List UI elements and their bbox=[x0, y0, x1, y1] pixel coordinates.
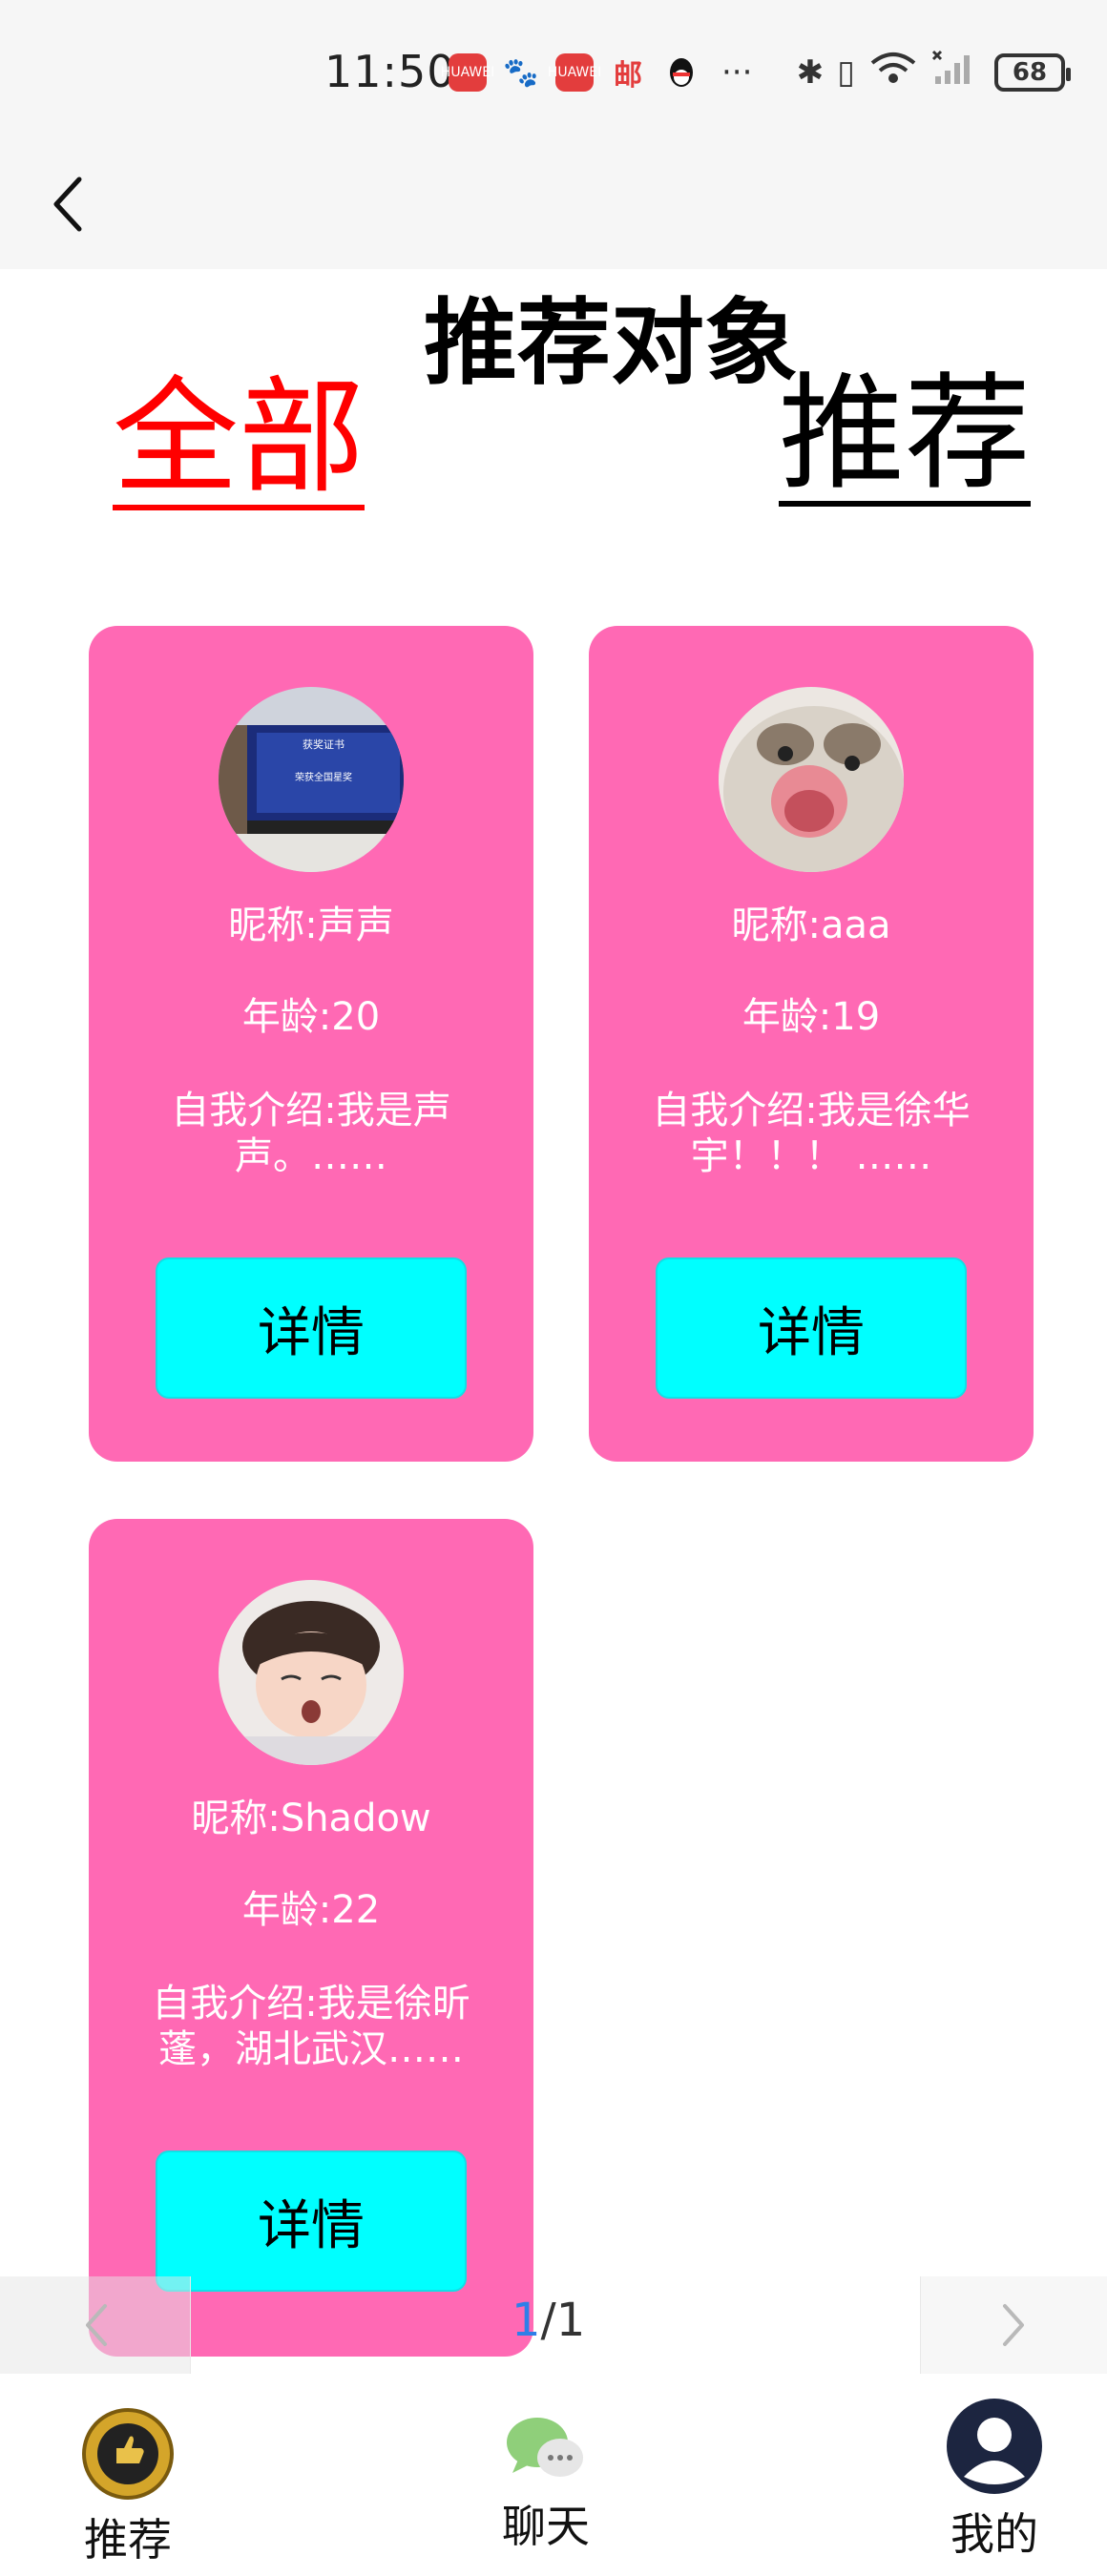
avatar[interactable] bbox=[719, 687, 904, 872]
notification-icons: HUAWEI 🐾 HUAWEI 邮 ··· bbox=[441, 53, 753, 93]
svg-text:获奖证书: 获奖证书 bbox=[303, 737, 345, 751]
current-page: 1 bbox=[512, 2294, 541, 2347]
chevron-right-icon bbox=[1002, 2304, 1024, 2346]
tab-home-label: 推荐 bbox=[84, 2514, 172, 2566]
back-button[interactable] bbox=[38, 168, 95, 240]
avatar[interactable] bbox=[219, 1580, 404, 1765]
page-indicator: 1/1 bbox=[512, 2294, 585, 2347]
signal-icon bbox=[931, 50, 981, 94]
tab-mine-label: 我的 bbox=[950, 2508, 1038, 2560]
baidu-icon: 🐾 bbox=[503, 55, 539, 90]
age: 年龄:19 bbox=[741, 995, 881, 1039]
nickname: 昵称:Shadow bbox=[191, 1797, 431, 1840]
svg-text:荣获全国星奖: 荣获全国星奖 bbox=[295, 771, 352, 783]
profile-card: 昵称:aaa 年龄:19 自我介绍:我是徐华宇！！！ …… 详情 bbox=[589, 626, 1034, 1462]
more-notifications-icon: ··· bbox=[721, 53, 753, 92]
age: 年龄:22 bbox=[241, 1888, 381, 1932]
tab-chat[interactable]: 聊天 bbox=[502, 2412, 590, 2555]
status-time: 11:50 bbox=[324, 46, 456, 97]
age: 年龄:20 bbox=[241, 995, 381, 1039]
intro: 自我介绍:我是声声。…… bbox=[171, 1089, 451, 1178]
next-page-button[interactable] bbox=[920, 2276, 1107, 2374]
profile-card: 昵称:Shadow 年龄:22 自我介绍:我是徐昕蓬，湖北武汉…… 详情 bbox=[89, 1519, 533, 2357]
qq-icon bbox=[662, 53, 700, 92]
bluetooth-icon: ✱ bbox=[796, 52, 825, 92]
system-status: ✱ ▯ 68 bbox=[796, 50, 1071, 94]
intro: 自我介绍:我是徐华宇！！！ …… bbox=[652, 1089, 971, 1178]
vibrate-icon: ▯ bbox=[837, 52, 855, 92]
top-bar: 11:50 HUAWEI 🐾 HUAWEI 邮 ··· ✱ ▯ 68 bbox=[0, 0, 1107, 269]
wifi-icon bbox=[868, 50, 918, 94]
avatar[interactable]: 获奖证书 荣获全国星奖 bbox=[219, 687, 404, 872]
tab-home[interactable]: 推荐 bbox=[80, 2406, 176, 2568]
user-icon bbox=[947, 2399, 1042, 2494]
tab-mine[interactable]: 我的 bbox=[945, 2397, 1044, 2563]
detail-button[interactable]: 详情 bbox=[156, 2150, 467, 2292]
chevron-left-icon bbox=[85, 2304, 107, 2346]
mail-icon: 邮 bbox=[614, 59, 642, 93]
intro: 自我介绍:我是徐昕蓬，湖北武汉…… bbox=[152, 1982, 470, 2071]
tab-all[interactable]: 全部 bbox=[113, 372, 365, 510]
detail-button[interactable]: 详情 bbox=[656, 1257, 967, 1399]
chat-bubbles-icon bbox=[507, 2418, 583, 2477]
huawei-app-icon: HUAWEI bbox=[441, 53, 494, 92]
chevron-left-icon bbox=[53, 177, 82, 232]
huawei-app-icon-2: HUAWEI bbox=[548, 53, 601, 92]
tab-recommend[interactable]: 推荐 bbox=[779, 368, 1031, 507]
nickname: 昵称:aaa bbox=[731, 904, 891, 947]
profile-card: 获奖证书 荣获全国星奖 昵称:声声 年龄:20 自我介绍:我是声声。…… 详情 bbox=[89, 626, 533, 1462]
recommend-badge-icon bbox=[82, 2408, 174, 2500]
tab-chat-label: 聊天 bbox=[502, 2501, 590, 2552]
total-pages: /1 bbox=[540, 2294, 586, 2347]
prev-page-button[interactable] bbox=[0, 2276, 191, 2374]
detail-button[interactable]: 详情 bbox=[156, 1257, 467, 1399]
bottom-tab-bar: 推荐 聊天 我的 bbox=[0, 2374, 1107, 2576]
nickname: 昵称:声声 bbox=[228, 904, 394, 947]
battery-indicator: 68 bbox=[994, 52, 1071, 92]
